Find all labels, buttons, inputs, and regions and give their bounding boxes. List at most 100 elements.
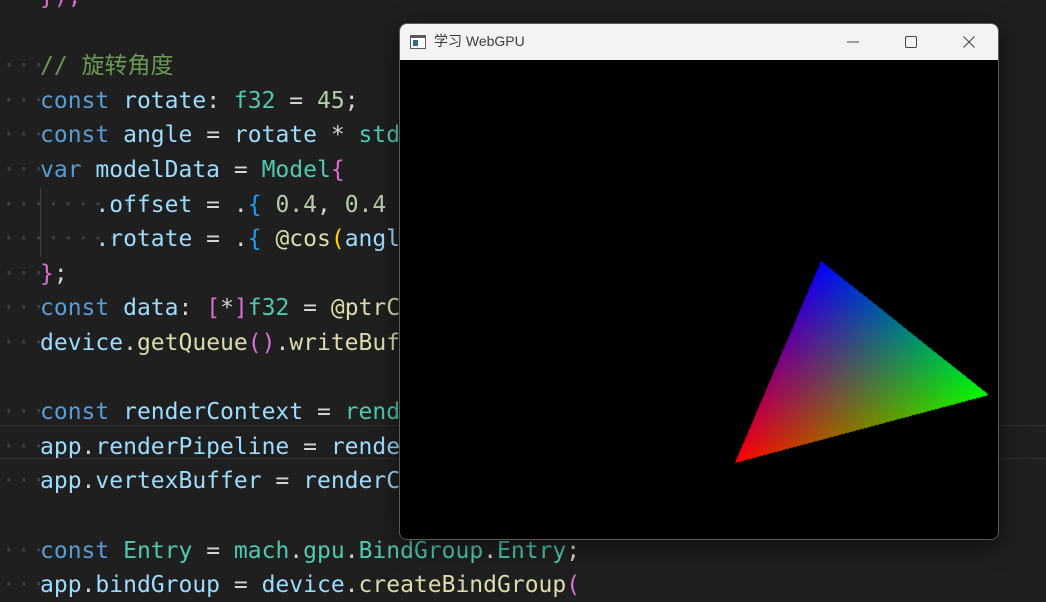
code-text: app.vertexBuffer = renderC (40, 464, 400, 498)
code-token: ( (566, 572, 581, 599)
code-token: mach (233, 537, 290, 564)
code-token: renderContext (123, 399, 304, 426)
code-token: renderPipeline (95, 433, 290, 460)
code-token: BindGroup (358, 537, 484, 564)
code-token: modelData (95, 157, 221, 183)
code-token: vertexBuffer (95, 468, 262, 495)
code-token: { (247, 226, 262, 253)
code-token: device (40, 330, 124, 356)
code-token: angl (344, 226, 401, 253)
code-token: , (316, 191, 345, 218)
code-token: .rotate (95, 226, 193, 253)
app-window[interactable]: 学习 WebGPU (399, 23, 999, 540)
code-token: = . (192, 191, 248, 218)
code-token: rende (330, 433, 401, 460)
maximize-icon (905, 36, 917, 48)
code-token: Entry (497, 537, 567, 564)
code-token: = . (192, 226, 248, 253)
code-token: var (40, 157, 82, 183)
minimize-icon (847, 41, 859, 43)
code-line[interactable]: }); (0, 0, 1046, 14)
code-token: f32 (247, 295, 290, 322)
code-token: const (40, 537, 110, 564)
code-token: . (81, 468, 96, 495)
code-text: }); (40, 0, 82, 14)
code-token: angle (123, 122, 193, 149)
code-text: const rotate: f32 = 45; (40, 84, 359, 118)
code-token: . (483, 537, 498, 564)
code-token: createBindGroup (358, 572, 567, 599)
code-token: () (247, 330, 276, 356)
code-token: .offset (95, 191, 193, 218)
code-token: @ptrC (330, 295, 401, 322)
code-token: std (358, 122, 401, 149)
code-token: = (220, 157, 262, 183)
code-token: renderC (303, 468, 401, 495)
code-text: // 旋转角度 (40, 49, 174, 83)
title-bar[interactable]: 学习 WebGPU (400, 24, 998, 60)
code-token: = (289, 433, 331, 460)
code-token: . (81, 572, 96, 599)
code-token: ; (53, 260, 68, 287)
code-token: { (247, 191, 262, 218)
app-window-icon (410, 35, 426, 49)
code-token: const (40, 399, 110, 426)
code-token: getQueue (136, 330, 248, 356)
code-token: rotate (233, 122, 317, 149)
code-text: device.getQueue().writeBuf (40, 326, 400, 360)
code-token: . (275, 330, 290, 356)
code-token: app (40, 433, 82, 460)
code-token: . (344, 572, 359, 599)
code-line[interactable]: ··· app.bindGroup = device.createBindGrou… (0, 568, 1046, 602)
code-token: const (40, 87, 110, 114)
code-token: . (344, 537, 359, 564)
code-token: Model (261, 157, 331, 183)
code-token: : (178, 295, 207, 322)
code-token: gpu (303, 537, 345, 564)
maximize-button[interactable] (882, 24, 940, 60)
indent-guide (40, 187, 41, 257)
code-token: f32 (233, 87, 276, 114)
code-token: = (261, 468, 304, 495)
webgpu-render-canvas[interactable] (400, 60, 998, 539)
code-token: 0.4 (275, 191, 317, 218)
close-button[interactable] (940, 24, 998, 60)
code-text: var modelData = Model{ (40, 153, 345, 187)
code-token: . (81, 433, 96, 460)
code-token: rend (344, 399, 401, 426)
code-token: @cos (275, 226, 331, 253)
code-text: .rotate = .{ @cos(angl (40, 222, 400, 256)
code-token: = (192, 537, 234, 564)
code-token: writeBuf (289, 330, 401, 356)
code-token: data (123, 295, 179, 322)
code-token: ] (233, 295, 248, 322)
code-token: const (40, 295, 110, 322)
code-token: { (330, 157, 345, 183)
minimize-button[interactable] (824, 24, 882, 60)
code-token: = (220, 572, 262, 599)
code-token: 0.4 (344, 191, 387, 218)
code-token: : (206, 87, 234, 114)
window-title: 学习 WebGPU (434, 33, 525, 49)
code-text: .offset = .{ 0.4, 0.4 (40, 188, 386, 222)
code-token: // 旋转角度 (40, 53, 174, 80)
code-token: ; (344, 87, 359, 114)
code-token: [ (206, 295, 221, 322)
code-text: }; (40, 257, 68, 291)
code-text: const angle = rotate * std (40, 118, 400, 152)
code-token: app (40, 468, 82, 495)
code-token: Entry (123, 537, 193, 564)
code-token: device (261, 572, 345, 599)
code-token: 45 (317, 87, 345, 114)
code-token: ; (566, 537, 581, 564)
